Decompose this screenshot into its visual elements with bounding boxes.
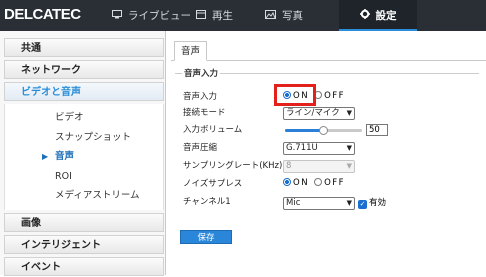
noise-suppress-off-label: OFF: [324, 178, 346, 188]
nav-live-view-label: ライブビュー: [128, 10, 191, 22]
image-icon: [265, 9, 276, 22]
top-navigation-bar: DELCATEC ライブビュー 再生 写真 設定: [0, 0, 486, 31]
channel-value: Mic: [286, 198, 301, 208]
monitor-icon: [112, 9, 122, 22]
active-arrow-icon: ▶: [42, 152, 49, 162]
settings-sidebar: 共通 ネットワーク ビデオと音声 ビデオ スナップショット ▶ 音声 ROI メ…: [0, 31, 166, 276]
sidebar-section-intelligent[interactable]: インテリジェント: [4, 234, 164, 254]
sampling-rate-select: 8 ▼: [283, 160, 355, 173]
sidebar-section-image[interactable]: 画像: [4, 212, 164, 232]
nav-live-view[interactable]: ライブビュー: [112, 0, 191, 31]
sidebar-item-roi[interactable]: ROI: [5, 167, 163, 187]
noise-suppress-off-radio[interactable]: [314, 178, 323, 186]
connection-mode-label: 接続モード: [183, 108, 226, 118]
nav-playback-label: 再生: [212, 10, 233, 22]
tab-audio[interactable]: 音声: [174, 41, 208, 61]
slider-handle[interactable]: [319, 126, 328, 135]
chevron-down-icon: ▼: [346, 144, 352, 152]
sidebar-section-network[interactable]: ネットワーク: [4, 60, 164, 79]
sidebar-item-audio[interactable]: ▶ 音声: [5, 147, 163, 167]
save-button[interactable]: 保存: [180, 230, 232, 244]
noise-suppress-radio-group: ON OFF: [283, 178, 350, 191]
channel-label: チャンネル1: [183, 197, 231, 207]
sidebar-item-video[interactable]: ビデオ: [5, 108, 163, 128]
channel-enabled-label: 有効: [369, 198, 387, 208]
chevron-down-icon: ▼: [346, 199, 352, 207]
sidebar-section-video-audio[interactable]: ビデオと音声: [4, 82, 164, 101]
input-volume-slider[interactable]: [285, 126, 362, 135]
sampling-rate-value: 8: [286, 161, 292, 171]
playback-icon: [196, 9, 206, 22]
sidebar-item-audio-label: 音声: [55, 151, 75, 163]
nav-settings-label: 設定: [375, 10, 397, 22]
connection-mode-value: ライン/マイク: [286, 108, 340, 118]
noise-suppress-on-radio[interactable]: [283, 178, 291, 186]
chevron-down-icon: ▼: [346, 162, 352, 170]
brand-logo: DELCATEC: [4, 6, 81, 23]
audio-compression-label: 音声圧縮: [183, 143, 218, 153]
highlight-box: [274, 84, 316, 106]
nav-photo-label: 写真: [282, 10, 303, 22]
slider-fill: [285, 129, 324, 132]
sampling-rate-label: サンプリングレート(KHz): [183, 161, 283, 171]
audio-compression-select[interactable]: G.711U ▼: [283, 142, 355, 155]
sidebar-section-event[interactable]: イベント: [4, 256, 164, 276]
video-audio-submenu: ビデオ スナップショット ▶ 音声 ROI メディアストリーム: [4, 104, 164, 210]
sidebar-section-common[interactable]: 共通: [4, 38, 164, 57]
chevron-down-icon: ▼: [346, 109, 352, 117]
nav-photo[interactable]: 写真: [265, 0, 303, 31]
connection-mode-select[interactable]: ライン/マイク ▼: [283, 107, 355, 120]
audio-input-label: 音声入力: [183, 92, 218, 102]
noise-suppress-on-label: ON: [293, 178, 310, 188]
channel-enabled-checkbox[interactable]: ✓: [358, 200, 367, 209]
audio-input-off-label: OFF: [324, 91, 346, 101]
input-volume-label: 入力ボリューム: [183, 125, 243, 135]
panel-legend: 音声入力: [182, 67, 221, 79]
nav-playback[interactable]: 再生: [196, 0, 233, 31]
tab-bar: 音声: [171, 41, 486, 61]
noise-suppress-label: ノイズサプレス: [183, 179, 243, 189]
audio-compression-value: G.711U: [286, 143, 318, 153]
sidebar-item-media-stream[interactable]: メディアストリーム: [5, 186, 163, 206]
sidebar-item-snapshot[interactable]: スナップショット: [5, 128, 163, 148]
gear-icon: [359, 9, 370, 22]
input-volume-value[interactable]: 50: [366, 124, 388, 136]
nav-settings[interactable]: 設定: [339, 0, 417, 31]
channel-select[interactable]: Mic ▼: [283, 197, 355, 210]
input-volume-control: 50: [285, 124, 405, 137]
